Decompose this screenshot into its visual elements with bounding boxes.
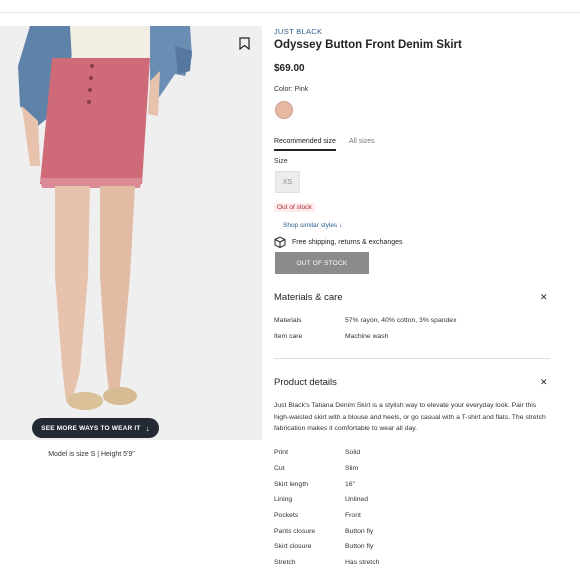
close-icon[interactable]: ✕ <box>540 292 548 303</box>
detail-key: Print <box>274 449 288 456</box>
detail-key: Lining <box>274 496 293 503</box>
package-icon <box>274 236 286 248</box>
bookmark-icon[interactable] <box>239 37 250 50</box>
tab-all-sizes[interactable]: All sizes <box>349 138 375 145</box>
close-icon[interactable]: ✕ <box>540 377 548 388</box>
product-details-heading[interactable]: Product details <box>274 377 337 388</box>
detail-value: Unlined <box>345 496 369 503</box>
detail-key: Pants closure <box>274 528 316 535</box>
color-label: Color: Pink <box>274 86 308 93</box>
section-divider <box>274 358 550 359</box>
product-description: Just Black's Tatiana Denim Skirt is a st… <box>274 402 546 432</box>
detail-key: Skirt closure <box>274 543 312 550</box>
item-care-key: Item care <box>274 333 303 340</box>
arrow-down-icon: ↓ <box>339 222 343 229</box>
size-option-xs[interactable]: XS <box>275 171 300 193</box>
model-size-note: Model is size S | Height 5'9" <box>48 451 135 458</box>
detail-value: Solid <box>345 449 361 456</box>
product-price: $69.00 <box>274 63 305 74</box>
detail-value: 16" <box>345 481 355 488</box>
detail-value: Has stretch <box>345 559 380 566</box>
color-label-key: Color: <box>274 86 293 93</box>
see-more-label: SEE MORE WAYS TO WEAR IT <box>41 424 141 432</box>
detail-key: Cut <box>274 465 285 472</box>
brand-link[interactable]: JUST BLACK <box>274 27 322 36</box>
shop-similar-styles-link[interactable]: Shop similar styles ↓ <box>283 222 342 229</box>
see-more-ways-button[interactable]: SEE MORE WAYS TO WEAR IT ↓ <box>32 418 159 438</box>
detail-key: Skirt length <box>274 481 309 488</box>
materials-value: 57% rayon, 40% cotton, 3% spandex <box>345 317 457 324</box>
detail-value: Button fly <box>345 528 374 535</box>
item-care-value: Machine wash <box>345 333 389 340</box>
color-label-value: Pink <box>294 86 309 93</box>
shop-similar-label: Shop similar styles <box>283 222 338 229</box>
product-title: Odyssey Button Front Denim Skirt <box>274 39 462 51</box>
shipping-info: Free shipping, returns & exchanges <box>274 236 403 248</box>
detail-key: Pockets <box>274 512 299 519</box>
size-label: Size <box>274 158 288 165</box>
shipping-text: Free shipping, returns & exchanges <box>292 238 403 246</box>
detail-value: Front <box>345 512 361 519</box>
out-of-stock-badge: Out of stock <box>274 203 315 212</box>
detail-value: Button fly <box>345 543 374 550</box>
materials-care-heading[interactable]: Materials & care <box>274 292 343 303</box>
color-swatch-pink[interactable] <box>275 101 293 119</box>
detail-value: Slim <box>345 465 359 472</box>
top-divider <box>0 12 580 13</box>
tab-recommended-size[interactable]: Recommended size <box>274 138 336 151</box>
arrow-down-icon: ↓ <box>145 423 150 433</box>
product-photo[interactable] <box>0 26 262 440</box>
materials-key: Materials <box>274 317 302 324</box>
detail-key: Stretch <box>274 559 296 566</box>
out-of-stock-button[interactable]: OUT OF STOCK <box>275 252 369 274</box>
model-illustration <box>0 26 262 440</box>
